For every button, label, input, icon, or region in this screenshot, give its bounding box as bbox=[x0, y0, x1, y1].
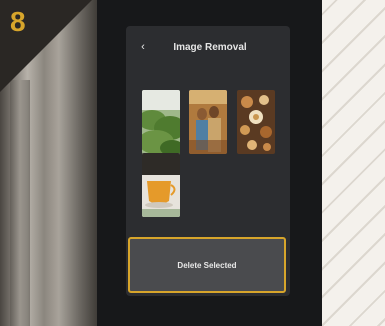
back-button[interactable]: ‹ bbox=[136, 40, 150, 54]
desserts-tray-image bbox=[237, 90, 275, 154]
women-market-image bbox=[189, 90, 227, 154]
image-thumbnail-tea-cup[interactable] bbox=[142, 153, 180, 217]
image-thumbnail-desserts-tray[interactable] bbox=[237, 90, 275, 154]
delete-selected-button[interactable]: Delete Selected bbox=[128, 237, 286, 293]
tea-plantation-image bbox=[142, 90, 180, 154]
page-title: Image Removal bbox=[173, 42, 247, 53]
tea-cup-image bbox=[142, 153, 180, 217]
background-wall bbox=[321, 0, 385, 326]
image-thumbnail-women-market[interactable] bbox=[189, 90, 227, 154]
step-number: 8 bbox=[10, 6, 26, 37]
image-thumbnail-tea-plantation[interactable] bbox=[142, 90, 180, 154]
